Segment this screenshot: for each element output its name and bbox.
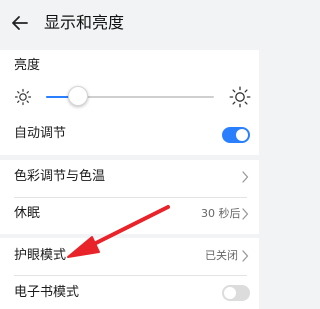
header: 显示和亮度 <box>0 0 259 46</box>
sun-small-icon <box>14 88 32 106</box>
toggle-knob <box>224 287 236 299</box>
toggle-knob <box>236 129 248 141</box>
ebook-mode-toggle[interactable] <box>222 285 250 301</box>
back-arrow-icon[interactable] <box>10 13 30 33</box>
auto-adjust-toggle[interactable] <box>222 127 250 143</box>
eye-care-label[interactable]: 护眼模式 <box>14 247 66 265</box>
color-adjust-label[interactable]: 色彩调节与色温 <box>14 168 105 186</box>
auto-adjust-label: 自动调节 <box>14 126 67 141</box>
chevron-right-icon <box>242 250 249 262</box>
sleep-value: 30 秒后 <box>201 207 241 220</box>
eye-care-status: 已关闭 <box>205 249 238 262</box>
sleep-label[interactable]: 休眠 <box>14 205 40 223</box>
chevron-right-icon <box>242 208 249 220</box>
sun-large-icon <box>229 86 251 108</box>
chevron-right-icon <box>242 171 249 183</box>
ebook-mode-label: 电子书模式 <box>14 285 80 300</box>
page-title: 显示和亮度 <box>44 13 125 32</box>
divider <box>14 275 247 276</box>
brightness-slider-thumb[interactable] <box>68 86 88 106</box>
divider <box>14 197 247 198</box>
brightness-label: 亮度 <box>14 58 41 73</box>
